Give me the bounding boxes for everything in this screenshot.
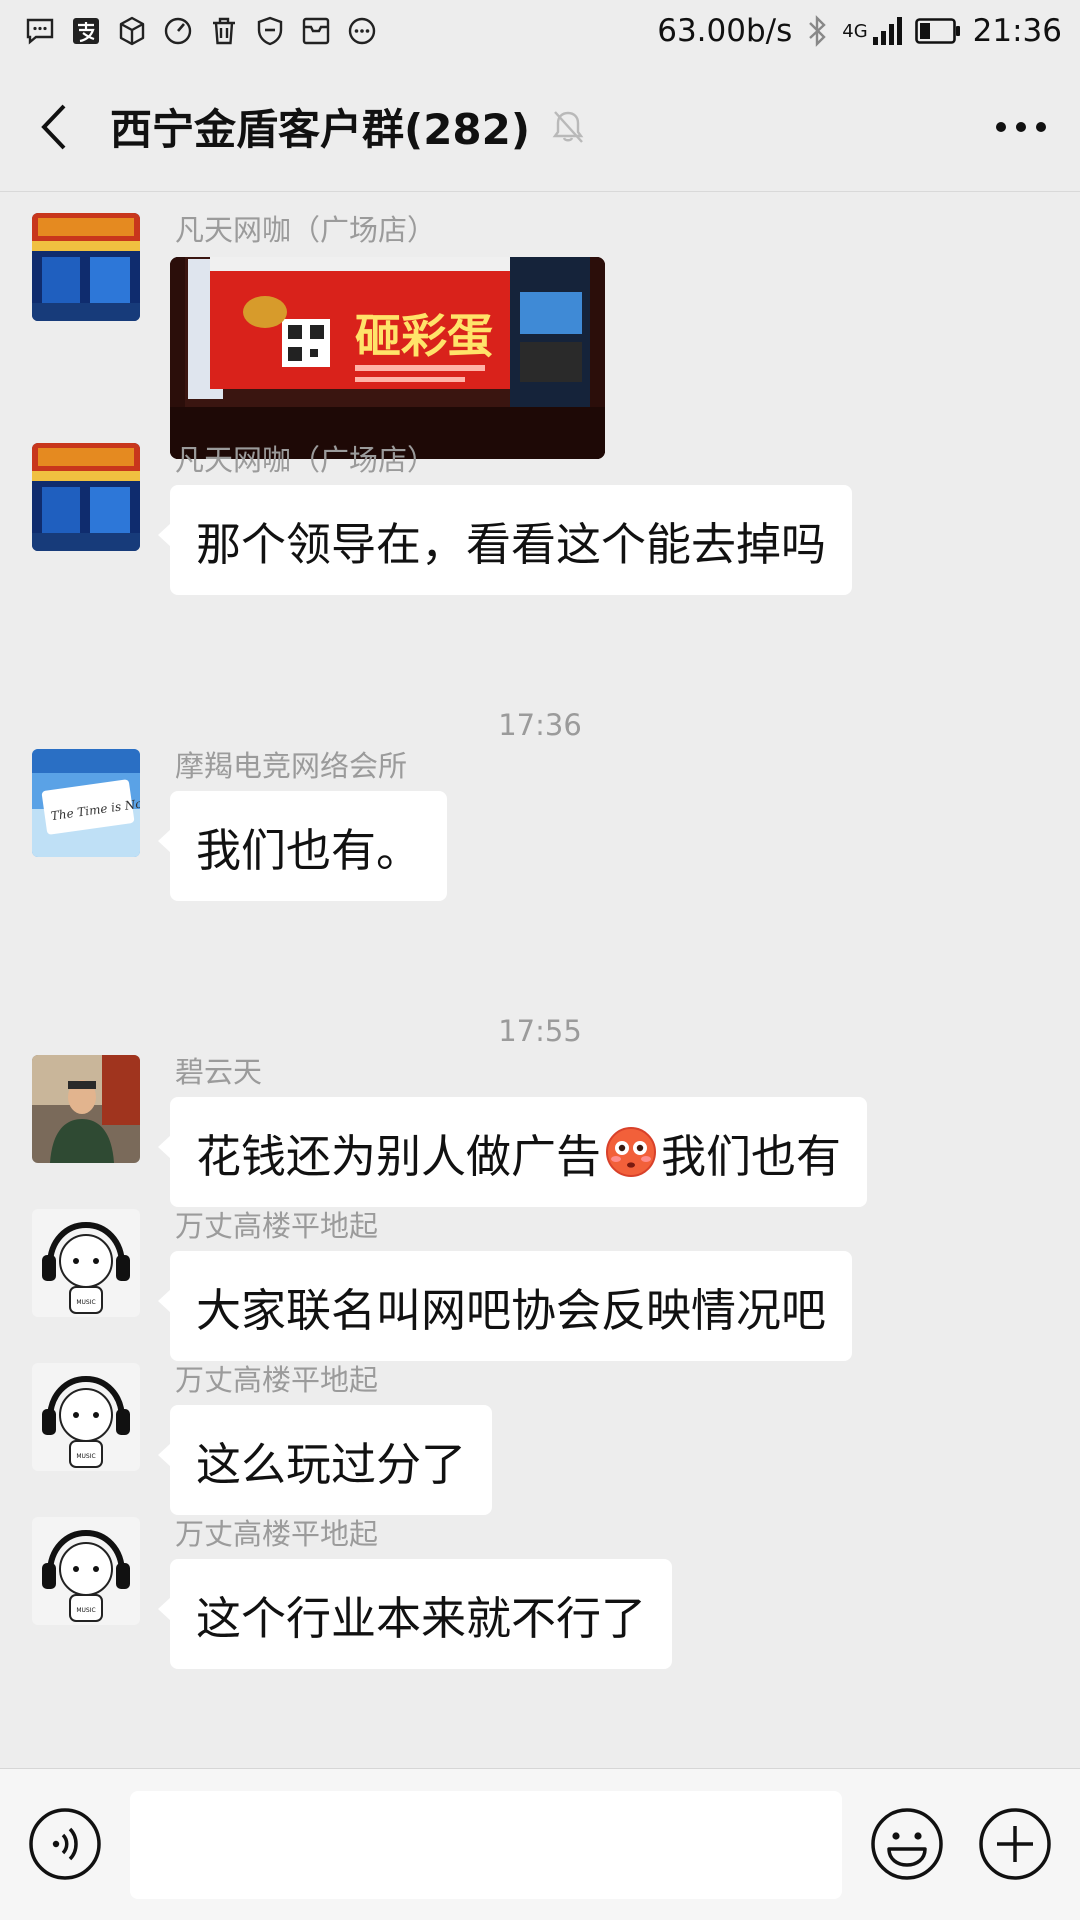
more-dots-icon — [996, 121, 1046, 132]
sender-name: 碧云天 — [175, 1055, 263, 1089]
smiley-icon — [871, 1808, 943, 1880]
sender-name: 凡天网咖（广场店） — [175, 443, 437, 477]
emoji-button[interactable] — [870, 1807, 944, 1881]
message-list[interactable]: 凡天网咖（广场店） 砸彩蛋 凡天网咖（广场店） 那个领导在，看看这个能去掉吗 1… — [0, 193, 1080, 1768]
avatar[interactable] — [32, 213, 140, 321]
voice-button[interactable] — [28, 1807, 102, 1881]
system-status: 63.00b/s 4G 21:36 — [657, 13, 1062, 49]
chat-header: 西宁金盾客户群(282) — [0, 62, 1080, 192]
status-bar: 63.00b/s 4G 21:36 — [0, 0, 1080, 62]
sender-name: 万丈高楼平地起 — [175, 1209, 379, 1243]
flushed-face-emoji-icon — [606, 1127, 657, 1177]
message-icon — [24, 15, 56, 47]
avatar[interactable]: MUSIC — [32, 1209, 140, 1317]
mute-bell-icon — [552, 110, 584, 143]
message-text: 我们也有 — [661, 1129, 842, 1183]
message-input[interactable] — [130, 1791, 842, 1899]
notification-icons — [24, 15, 378, 47]
plus-icon — [979, 1808, 1051, 1880]
input-bar — [0, 1768, 1080, 1920]
box-icon — [116, 15, 148, 47]
avatar[interactable]: The Time is Now — [32, 749, 140, 857]
sender-name: 摩羯电竞网络会所 — [175, 749, 408, 783]
signal-icon: 4G — [842, 17, 902, 45]
avatar[interactable] — [32, 443, 140, 551]
alipay-icon — [70, 15, 102, 47]
back-button[interactable] — [28, 95, 80, 159]
avatar-caption: MUSIC — [76, 1607, 95, 1614]
avatar-caption: MUSIC — [76, 1453, 95, 1460]
network-speed: 63.00b/s — [657, 13, 793, 49]
sender-name: 万丈高楼平地起 — [175, 1363, 379, 1397]
inbox-icon — [300, 15, 332, 47]
bluetooth-icon — [804, 14, 830, 48]
avatar[interactable]: MUSIC — [32, 1363, 140, 1471]
avatar-caption: MUSIC — [76, 1299, 95, 1306]
message-bubble[interactable]: 那个领导在，看看这个能去掉吗 — [157, 485, 853, 595]
more-options-button[interactable] — [986, 95, 1056, 159]
sender-name: 万丈高楼平地起 — [175, 1517, 379, 1551]
list-item: 凡天网咖（广场店） 那个领导在，看看这个能去掉吗 — [0, 423, 1080, 613]
battery-icon — [914, 18, 961, 44]
avatar[interactable] — [32, 1055, 140, 1163]
image-caption: 砸彩蛋 — [355, 309, 493, 363]
shield-icon — [254, 15, 286, 47]
speedometer-icon — [162, 15, 194, 47]
trash-icon — [208, 15, 240, 47]
voice-icon — [29, 1808, 101, 1880]
sender-name: 凡天网咖（广场店） — [175, 213, 437, 247]
message-bubble[interactable]: 我们也有。 — [157, 791, 448, 901]
network-type: 4G — [842, 20, 868, 42]
more-functions-button[interactable] — [978, 1807, 1052, 1881]
page-title: 西宁金盾客户群(282) — [110, 105, 531, 154]
clock: 21:36 — [972, 13, 1062, 49]
message-bubble[interactable]: 这个行业本来就不行了 — [157, 1559, 673, 1669]
chevron-left-icon — [41, 104, 66, 149]
more-circle-icon — [346, 15, 378, 47]
message-text: 花钱还为别人做广告 — [196, 1129, 602, 1183]
list-item: MUSIC 万丈高楼平地起 这个行业本来就不行了 — [0, 1497, 1080, 1687]
list-item: The Time is Now 摩羯电竞网络会所 我们也有。 — [0, 729, 1080, 919]
avatar[interactable]: MUSIC — [32, 1517, 140, 1625]
